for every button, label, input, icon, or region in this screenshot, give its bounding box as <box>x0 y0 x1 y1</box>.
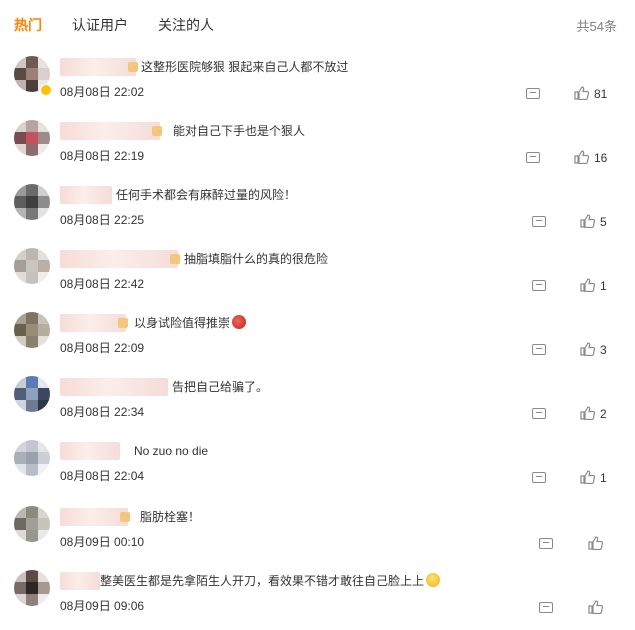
comment-time: 08月08日 22:25 <box>60 213 145 227</box>
avatar[interactable] <box>14 120 50 156</box>
comment-text: 脂肪栓塞！ <box>140 510 201 524</box>
comment-time: 08月08日 22:04 <box>60 469 145 483</box>
reply-icon[interactable] <box>526 88 540 99</box>
tab-following[interactable]: 关注的人 <box>158 15 214 35</box>
tab-verified-users[interactable]: 认证用户 <box>72 15 128 35</box>
reply-icon[interactable] <box>532 216 546 227</box>
emoji-icon <box>232 315 247 329</box>
like-count: 1 <box>600 471 607 485</box>
like-count: 81 <box>594 87 608 101</box>
thumbs-up-icon <box>574 150 589 164</box>
reply-icon[interactable] <box>539 602 553 613</box>
verified-badge-icon <box>40 84 52 96</box>
username[interactable] <box>60 442 120 460</box>
thumbs-up-icon <box>588 536 603 550</box>
comment-text: 能对自己下手也是个狠人 <box>173 124 306 138</box>
avatar[interactable] <box>14 312 50 348</box>
comment-item: 以身试险值得推崇 08月08日 22:09 3 <box>0 308 635 372</box>
comment-time: 08月08日 22:02 <box>60 85 145 99</box>
laughing-emoji-icon <box>426 573 441 587</box>
avatar[interactable] <box>14 506 50 542</box>
thumbs-up-icon <box>580 214 595 228</box>
comment-item: 这整形医院够狠 狠起来自己人都不放过 08月08日 22:02 81 <box>0 52 635 116</box>
reply-icon[interactable] <box>539 538 553 549</box>
comment-item: 脂肪栓塞！ 08月09日 00:10 <box>0 502 635 566</box>
comment-text: 这整形医院够狠 狠起来自己人都不放过 <box>141 60 349 74</box>
like-count: 3 <box>600 343 607 357</box>
avatar[interactable] <box>14 440 50 476</box>
tab-hot[interactable]: 热门 <box>14 15 42 35</box>
username[interactable] <box>60 186 112 204</box>
comment-tabs: 热门 认证用户 关注的人 共54条 <box>0 0 635 44</box>
comment-text: 任何手术都会有麻醉过量的风险！ <box>116 188 297 202</box>
reply-icon[interactable] <box>532 472 546 483</box>
like-count: 1 <box>600 279 607 293</box>
comment-time: 08月08日 22:34 <box>60 405 145 419</box>
thumbs-up-icon <box>580 406 595 420</box>
comment-item: 告把自己给骗了。 08月08日 22:34 2 <box>0 372 635 436</box>
comment-time: 08月08日 22:19 <box>60 149 145 163</box>
username[interactable] <box>60 378 168 396</box>
comment-text-body: 以身试险值得推崇 <box>134 316 231 330</box>
comment-time: 08月09日 09:06 <box>60 599 145 613</box>
avatar[interactable] <box>14 184 50 220</box>
thumbs-up-icon <box>580 342 595 356</box>
avatar[interactable] <box>14 376 50 412</box>
comment-text: No zuo no die <box>134 444 209 458</box>
username[interactable] <box>60 58 138 76</box>
reply-icon[interactable] <box>532 344 546 355</box>
thumbs-up-icon <box>588 600 603 614</box>
comment-text: 以身试险值得推崇 <box>134 315 247 331</box>
comment-text: 抽脂填脂什么的真的很危险 <box>184 252 329 266</box>
username[interactable] <box>60 314 128 332</box>
username[interactable] <box>60 508 130 526</box>
thumbs-up-icon <box>580 278 595 292</box>
thumbs-up-icon <box>580 470 595 484</box>
comment-item: 抽脂填脂什么的真的很危险 08月08日 22:42 1 <box>0 244 635 308</box>
comment-text: 告把自己给骗了。 <box>172 380 269 394</box>
comment-item: No zuo no die 08月08日 22:04 1 <box>0 436 635 500</box>
comment-time: 08月08日 22:09 <box>60 341 145 355</box>
like-count: 16 <box>594 151 608 165</box>
thumbs-up-icon <box>574 86 589 100</box>
reply-icon[interactable] <box>532 408 546 419</box>
reply-icon[interactable] <box>526 152 540 163</box>
comment-time: 08月08日 22:42 <box>60 277 145 291</box>
comment-time: 08月09日 00:10 <box>60 535 145 549</box>
reply-icon[interactable] <box>532 280 546 291</box>
comment-text-body: 整美医生都是先拿陌生人开刀，看效果不错才敢往自己脸上上 <box>100 574 425 588</box>
username[interactable] <box>60 250 180 268</box>
avatar[interactable] <box>14 570 50 606</box>
like-count: 5 <box>600 215 607 229</box>
like-count: 2 <box>600 407 607 421</box>
avatar[interactable] <box>14 248 50 284</box>
comment-item: 能对自己下手也是个狠人 08月08日 22:19 16 <box>0 116 635 180</box>
comment-total: 共54条 <box>576 19 617 34</box>
comment-text: 整美医生都是先拿陌生人开刀，看效果不错才敢往自己脸上上 <box>100 573 441 589</box>
comment-item: 任何手术都会有麻醉过量的风险！ 08月08日 22:25 5 <box>0 180 635 244</box>
comment-item: 整美医生都是先拿陌生人开刀，看效果不错才敢往自己脸上上 08月09日 09:06 <box>0 566 635 630</box>
username[interactable] <box>60 572 100 590</box>
username[interactable] <box>60 122 162 140</box>
